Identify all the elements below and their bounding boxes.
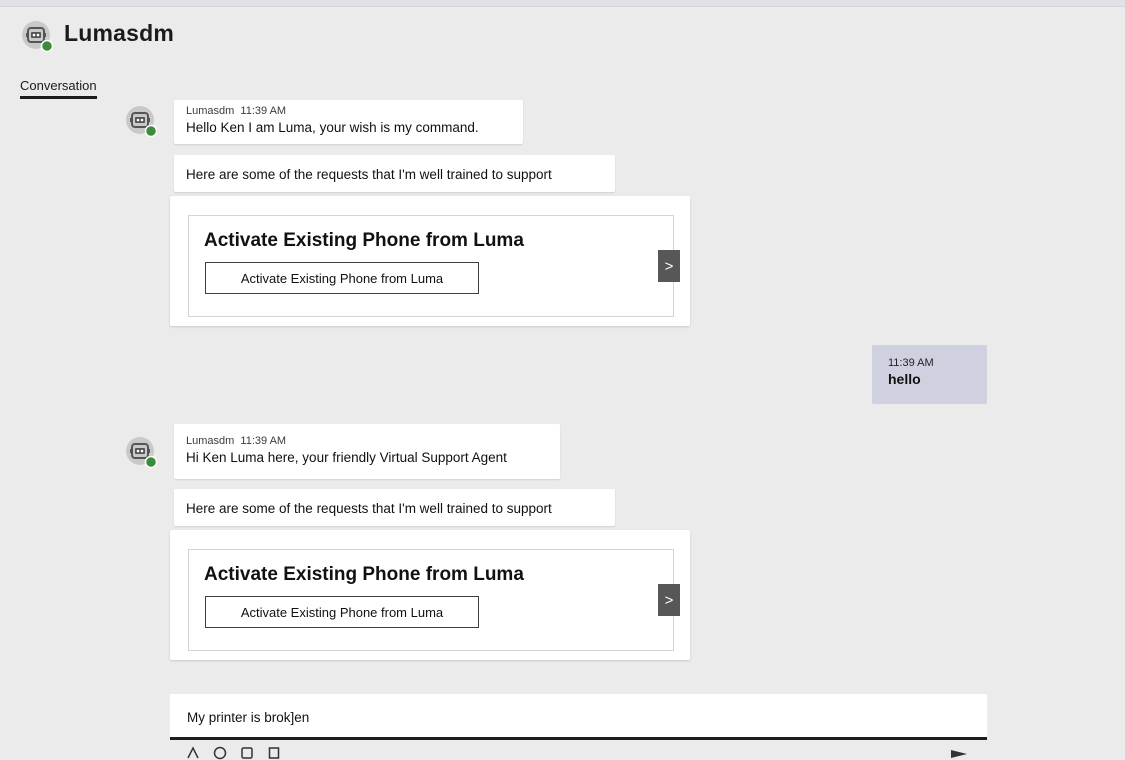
sender-name: Lumasdm bbox=[186, 435, 235, 447]
card-next-button[interactable]: > bbox=[658, 584, 680, 616]
composer-toolbar bbox=[186, 746, 281, 760]
send-icon[interactable] bbox=[950, 749, 968, 759]
bot-followup-bubble: Here are some of the requests that I'm w… bbox=[174, 489, 615, 526]
suggestion-card: Activate Existing Phone from Luma Activa… bbox=[170, 530, 690, 660]
card-next-button[interactable]: > bbox=[658, 250, 680, 282]
activate-phone-button[interactable]: Activate Existing Phone from Luma bbox=[205, 262, 479, 294]
message-text: Hello Ken I am Luma, your wish is my com… bbox=[186, 120, 479, 135]
bot-avatar-icon bbox=[124, 435, 160, 471]
suggestion-card: Activate Existing Phone from Luma Activa… bbox=[170, 196, 690, 326]
attach-icon[interactable] bbox=[240, 746, 254, 760]
message-text: Hi Ken Luma here, your friendly Virtual … bbox=[186, 450, 507, 465]
bot-avatar-icon bbox=[124, 104, 160, 140]
bot-avatar-icon bbox=[20, 19, 56, 55]
message-input[interactable]: My printer is brok]en bbox=[170, 694, 987, 740]
online-status-icon bbox=[40, 39, 54, 53]
followup-text: Here are some of the requests that I'm w… bbox=[186, 501, 552, 516]
emoji-icon[interactable] bbox=[213, 746, 227, 760]
message-time: 11:39 AM bbox=[240, 105, 287, 117]
chevron-right-icon: > bbox=[664, 591, 674, 609]
window-top-strip bbox=[0, 0, 1125, 7]
bot-message-bubble: Lumasdm 11:39 AM Hello Ken I am Luma, yo… bbox=[174, 100, 523, 144]
sender-name: Lumasdm bbox=[186, 105, 235, 117]
user-message-bubble: 11:39 AM hello bbox=[872, 345, 987, 404]
card-content: Activate Existing Phone from Luma Activa… bbox=[188, 215, 680, 317]
card-title: Activate Existing Phone from Luma bbox=[204, 564, 524, 585]
image-icon[interactable] bbox=[267, 746, 281, 760]
card-content: Activate Existing Phone from Luma Activa… bbox=[188, 549, 680, 651]
format-icon[interactable] bbox=[186, 746, 200, 760]
message-meta: Lumasdm 11:39 AM bbox=[186, 435, 560, 447]
tab-conversation[interactable]: Conversation bbox=[20, 78, 97, 99]
chevron-right-icon: > bbox=[664, 257, 674, 275]
activate-phone-button[interactable]: Activate Existing Phone from Luma bbox=[205, 596, 479, 628]
bot-message-bubble: Lumasdm 11:39 AM Hi Ken Luma here, your … bbox=[174, 424, 560, 479]
message-time: 11:39 AM bbox=[240, 435, 287, 447]
bot-followup-bubble: Here are some of the requests that I'm w… bbox=[174, 155, 615, 192]
user-message-time: 11:39 AM bbox=[888, 357, 934, 369]
card-title: Activate Existing Phone from Luma bbox=[204, 230, 524, 251]
followup-text: Here are some of the requests that I'm w… bbox=[186, 167, 552, 182]
message-meta: Lumasdm 11:39 AM bbox=[186, 105, 523, 117]
user-message-text: hello bbox=[888, 371, 921, 387]
app-title: Lumasdm bbox=[64, 20, 175, 46]
